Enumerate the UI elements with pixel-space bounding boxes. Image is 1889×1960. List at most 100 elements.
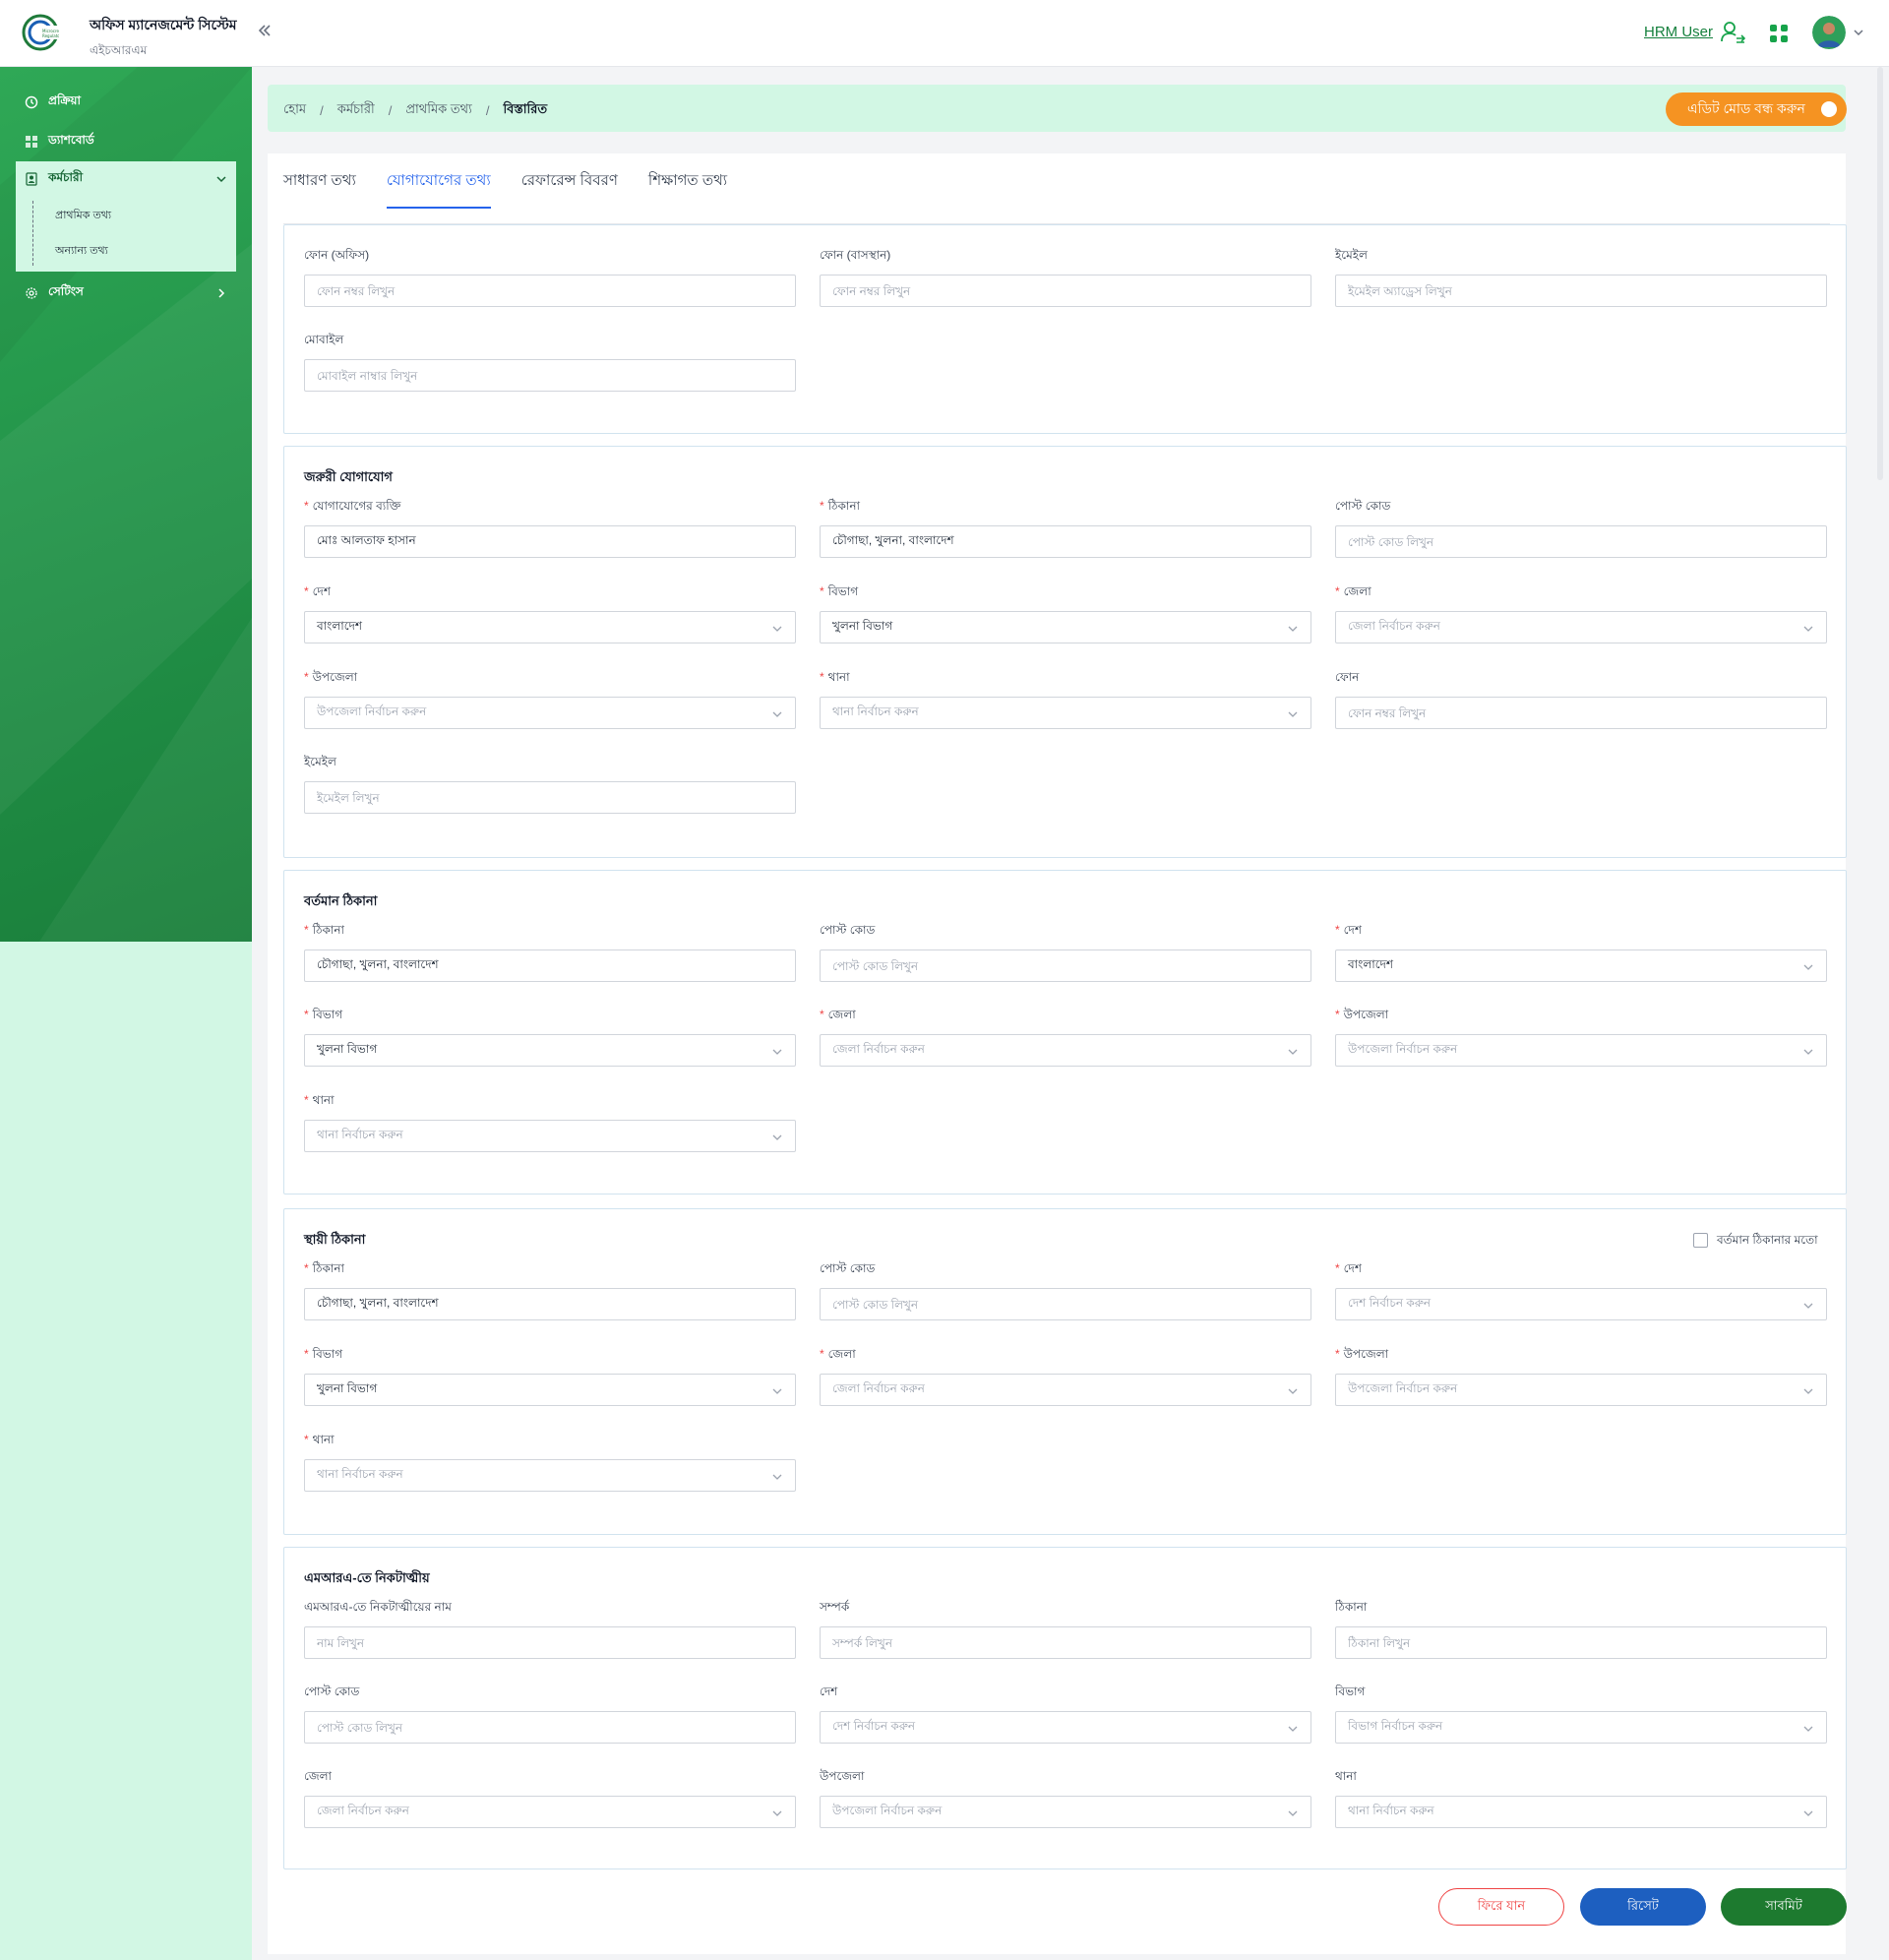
chevron-down-icon <box>1803 1810 1813 1816</box>
double-chevron-left-icon <box>258 25 271 36</box>
emergency-phone-input[interactable] <box>1335 697 1827 729</box>
present-postcode-input[interactable] <box>820 949 1311 982</box>
relative-upazila-select[interactable]: উপজেলা নির্বাচন করুন <box>820 1796 1311 1828</box>
submit-button[interactable]: সাবমিট <box>1721 1888 1847 1926</box>
phone-office-input[interactable] <box>304 275 796 307</box>
sidebar-item-settings[interactable]: সেটিংস <box>16 276 236 311</box>
mobile-label: মোবাইল <box>304 333 344 346</box>
page-scrollbar[interactable] <box>1877 67 1883 480</box>
relative-thana-label: থানা <box>1335 1769 1357 1783</box>
apps-grid-icon[interactable] <box>1769 24 1789 43</box>
breadcrumb-separator: / <box>485 103 490 118</box>
mra-logo: Microcredit Regulatory <box>22 14 59 51</box>
emergency-district-label: * জেলা <box>1335 584 1371 598</box>
chevron-right-icon <box>218 288 225 298</box>
breadcrumb-current: বিস্তারিত <box>503 101 548 116</box>
emergency-address-input[interactable] <box>820 525 1311 558</box>
present-upazila-select[interactable]: উপজেলা নির্বাচন করুন <box>1335 1034 1827 1067</box>
present-country-label: * দেশ <box>1335 923 1362 937</box>
same-as-present-label[interactable]: বর্তমান ঠিকানার মতো <box>1717 1232 1818 1252</box>
chevron-down-icon[interactable] <box>1852 26 1865 39</box>
emergency-upazila-select[interactable]: উপজেলা নির্বাচন করুন <box>304 697 796 729</box>
permanent-district-label: * জেলা <box>820 1347 856 1361</box>
permanent-thana-select[interactable]: থানা নির্বাচন করুন <box>304 1459 796 1492</box>
sidebar-item-dashboard[interactable]: ড্যাশবোর্ড <box>16 124 236 159</box>
permanent-country-select[interactable]: দেশ নির্বাচন করুন <box>1335 1288 1827 1320</box>
relative-name-label: এমআরএ-তে নিকটাত্মীয়ের নাম <box>304 1600 452 1614</box>
email-input[interactable] <box>1335 275 1827 307</box>
relative-section-title: এমআরএ-তে নিকটাত্মীয় <box>304 1570 430 1585</box>
chevron-down-icon <box>1288 1810 1298 1816</box>
emergency-district-select[interactable]: জেলা নির্বাচন করুন <box>1335 611 1827 643</box>
back-button[interactable]: ফিরে যান <box>1438 1888 1564 1926</box>
emergency-thana-select[interactable]: থানা নির্বাচন করুন <box>820 697 1311 729</box>
edit-mode-toggle-button[interactable]: এডিট মোড বন্ধ করুন <box>1666 92 1847 126</box>
breadcrumb-primary-info[interactable]: প্রাথমিক তথ্য <box>405 100 471 121</box>
emergency-country-select[interactable]: বাংলাদেশ <box>304 611 796 643</box>
tab-general-info[interactable]: সাধারণ তথ্য <box>283 169 356 209</box>
present-district-select[interactable]: জেলা নির্বাচন করুন <box>820 1034 1311 1067</box>
present-country-select[interactable]: বাংলাদেশ <box>1335 949 1827 982</box>
emergency-thana-label: * থানা <box>820 670 850 684</box>
emergency-postcode-label: পোস্ট কোড <box>1335 499 1391 513</box>
emergency-email-input[interactable] <box>304 781 796 814</box>
permanent-postcode-input[interactable] <box>820 1288 1311 1320</box>
present-division-select[interactable]: খুলনা বিভাগ <box>304 1034 796 1067</box>
relative-address-label: ঠিকানা <box>1335 1600 1368 1614</box>
sidebar-item-employee[interactable]: কর্মচারী <box>16 161 236 197</box>
emergency-person-input[interactable] <box>304 525 796 558</box>
collapse-sidebar-button[interactable] <box>254 20 275 41</box>
permanent-division-select[interactable]: খুলনা বিভাগ <box>304 1374 796 1406</box>
sidebar-item-process[interactable]: প্রক্রিয়া <box>16 85 236 120</box>
tab-contact-info[interactable]: যোগাযোগের তথ্য <box>386 169 491 209</box>
emergency-address-label: * ঠিকানা <box>820 499 861 513</box>
relative-name-input[interactable] <box>304 1626 796 1659</box>
sidebar-item-label: প্রক্রিয়া <box>48 93 81 107</box>
user-avatar[interactable] <box>1812 16 1846 49</box>
relative-postcode-input[interactable] <box>304 1711 796 1744</box>
phone-home-input[interactable] <box>820 275 1311 307</box>
sidebar-subitem-other-info[interactable]: অন্যান্য তথ্য <box>55 242 108 261</box>
svg-text:Regulatory: Regulatory <box>42 33 59 38</box>
emergency-postcode-input[interactable] <box>1335 525 1827 558</box>
dashboard-icon <box>26 136 37 148</box>
chevron-down-icon <box>1803 1388 1813 1394</box>
relative-country-select[interactable]: দেশ নির্বাচন করুন <box>820 1711 1311 1744</box>
tab-reference-details[interactable]: রেফারেন্স বিবরণ <box>521 169 618 209</box>
mobile-input[interactable] <box>304 359 796 392</box>
permanent-country-label: * দেশ <box>1335 1261 1362 1275</box>
present-address-input[interactable] <box>304 949 796 982</box>
present-section-title: বর্তমান ঠিকানা <box>304 893 378 908</box>
chevron-down-icon <box>1288 1388 1298 1394</box>
emergency-phone-label: ফোন <box>1335 670 1360 684</box>
tab-education-info[interactable]: শিক্ষাগত তথ্য <box>648 169 727 209</box>
relative-upazila-label: উপজেলা <box>820 1769 865 1783</box>
chevron-down-icon <box>772 1134 782 1140</box>
relative-address-input[interactable] <box>1335 1626 1827 1659</box>
breadcrumb-separator: / <box>320 103 324 118</box>
same-as-present-checkbox[interactable] <box>1693 1233 1708 1248</box>
breadcrumb-home[interactable]: হোম <box>283 100 306 121</box>
breadcrumb-employee[interactable]: কর্মচারী <box>337 100 375 121</box>
relative-thana-select[interactable]: থানা নির্বাচন করুন <box>1335 1796 1827 1828</box>
relative-relation-input[interactable] <box>820 1626 1311 1659</box>
reset-button[interactable]: রিসেট <box>1580 1888 1706 1926</box>
hrm-user-link[interactable]: HRM User <box>1644 24 1713 40</box>
emergency-division-select[interactable]: খুলনা বিভাগ <box>820 611 1311 643</box>
brand: অফিস ম্যানেজমেন্ট সিস্টেম এইচআরএম <box>90 14 237 62</box>
emergency-country-label: * দেশ <box>304 584 331 598</box>
user-switch-icon[interactable] <box>1720 20 1745 45</box>
relative-relation-label: সম্পর্ক <box>820 1600 850 1614</box>
chevron-down-icon <box>772 626 782 632</box>
permanent-upazila-select[interactable]: উপজেলা নির্বাচন করুন <box>1335 1374 1827 1406</box>
phone-office-label: ফোন (অফিস) <box>304 248 370 262</box>
permanent-address-input[interactable] <box>304 1288 796 1320</box>
relative-division-select[interactable]: বিভাগ নির্বাচন করুন <box>1335 1711 1827 1744</box>
present-thana-select[interactable]: থানা নির্বাচন করুন <box>304 1120 796 1152</box>
permanent-section-title: স্থায়ী ঠিকানা <box>304 1232 366 1247</box>
permanent-district-select[interactable]: জেলা নির্বাচন করুন <box>820 1374 1311 1406</box>
chevron-down-icon <box>772 1049 782 1055</box>
relative-district-select[interactable]: জেলা নির্বাচন করুন <box>304 1796 796 1828</box>
sidebar-subitem-primary-info[interactable]: প্রাথমিক তথ্য <box>55 207 111 225</box>
chevron-down-icon <box>772 711 782 717</box>
